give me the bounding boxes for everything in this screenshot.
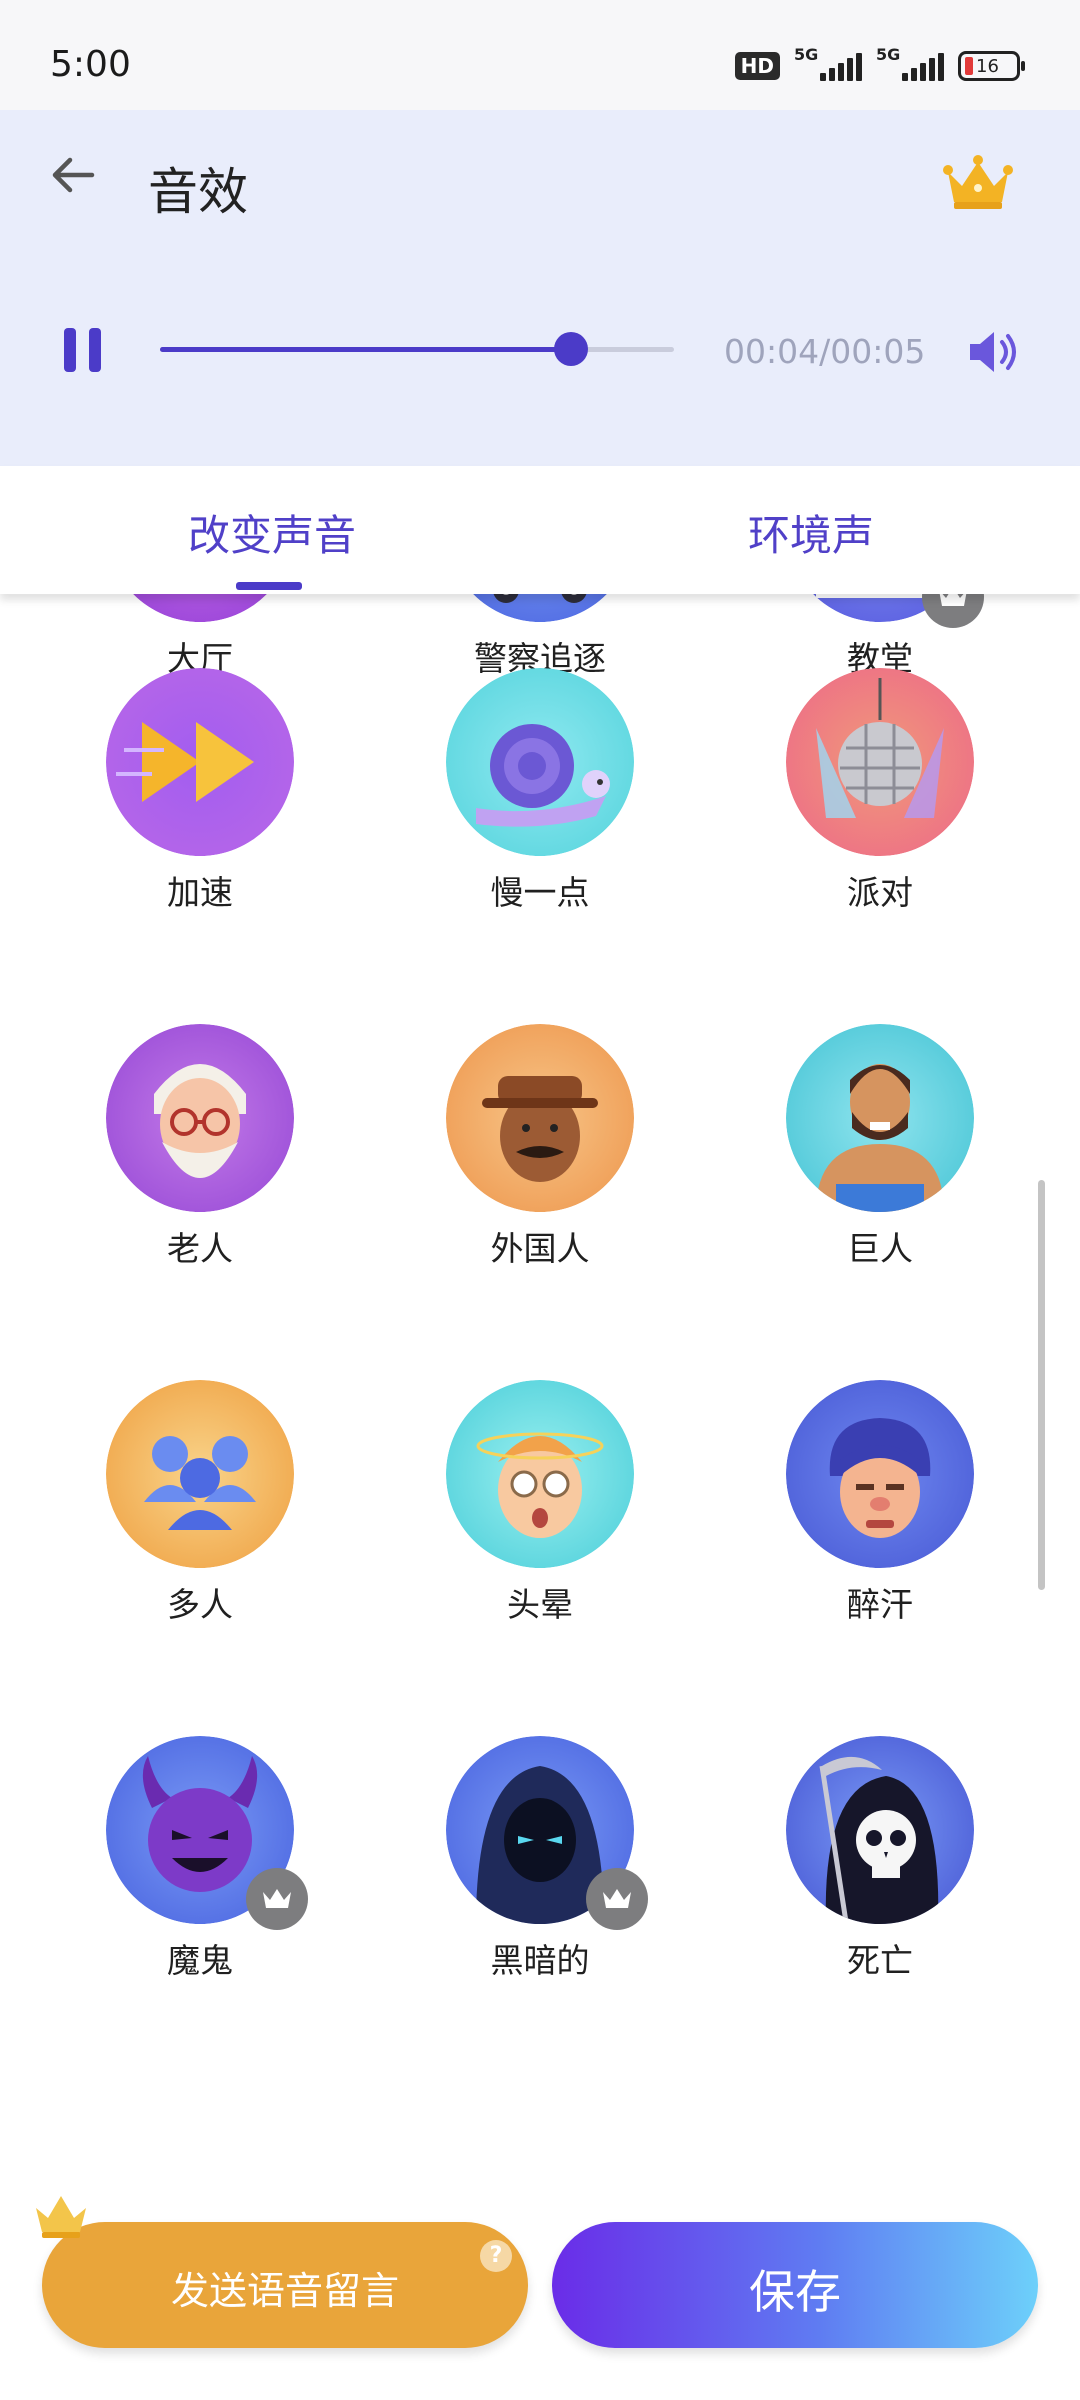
effect-label: 外国人 [490, 1229, 590, 1268]
giant-icon [786, 1024, 974, 1212]
save-button[interactable]: 保存 [552, 2222, 1038, 2348]
tab-indicator [236, 582, 302, 590]
header: 音效 00:04/00:05 [0, 110, 1080, 466]
crown-icon[interactable] [940, 152, 1016, 212]
disco-ball-icon [786, 668, 974, 856]
snail-icon [446, 668, 634, 856]
fast-forward-icon [106, 668, 294, 856]
status-bar: 5:00 HD 5G 5G 16 [0, 0, 1080, 110]
old-man-icon [106, 1024, 294, 1212]
signal-label-2: 5G [876, 45, 901, 64]
crowd-icon [106, 1380, 294, 1568]
effect-item-dizzy[interactable]: 头晕 [370, 1300, 710, 1624]
back-arrow-icon[interactable] [48, 150, 98, 200]
dizzy-icon [446, 1380, 634, 1568]
tab-ambient-sound[interactable]: 环境声 [748, 502, 874, 563]
effects-grid: 大厅 警察追逐 教堂 加速 慢一点 派对 老人 外国人 巨人 多人 头晕 醉汗 … [0, 594, 1080, 2194]
effect-item-giant[interactable]: 巨人 [710, 944, 1050, 1268]
effect-label: 老人 [167, 1229, 233, 1268]
signal-icon-2: 5G [876, 45, 944, 81]
effect-label: 多人 [167, 1585, 233, 1624]
hd-icon: HD [734, 52, 780, 80]
send-voice-message-button[interactable]: 发送语音留言 ? [36, 2196, 528, 2348]
grim-reaper-icon [786, 1736, 974, 1924]
effect-item-drunk[interactable]: 醉汗 [710, 1300, 1050, 1624]
effect-label: 加速 [167, 873, 233, 912]
save-label: 保存 [749, 2265, 841, 2319]
effect-item-crowd[interactable]: 多人 [30, 1300, 370, 1624]
volume-icon[interactable] [966, 328, 1022, 376]
effect-label: 醉汗 [847, 1585, 913, 1624]
effect-item-foreigner[interactable]: 外国人 [370, 944, 710, 1268]
premium-crown-icon [586, 1868, 648, 1930]
premium-crown-icon [246, 1868, 308, 1930]
effect-item-speed-up[interactable]: 加速 [30, 594, 370, 912]
battery-level: 16 [976, 55, 999, 77]
drunk-icon [786, 1380, 974, 1568]
effect-label: 死亡 [847, 1941, 913, 1980]
effect-label: 魔鬼 [167, 1941, 233, 1980]
effect-item-death[interactable]: 死亡 [710, 1656, 1050, 1980]
battery-icon: 16 [958, 51, 1025, 81]
app-root: 5:00 HD 5G 5G 16 音效 00:04/00:05 改变声音 环境声… [0, 0, 1080, 2400]
signal-label: 5G [794, 45, 819, 64]
effect-label: 派对 [847, 873, 913, 912]
effect-item-old-man[interactable]: 老人 [30, 944, 370, 1268]
tab-change-voice[interactable]: 改变声音 [188, 502, 356, 563]
foreigner-icon [446, 1024, 634, 1212]
scrollbar[interactable] [1038, 1180, 1045, 1590]
effect-label: 巨人 [847, 1229, 913, 1268]
effect-item-dark[interactable]: 黑暗的 [370, 1656, 710, 1980]
status-icons: HD 5G 5G 16 [734, 45, 1025, 86]
crown-icon [36, 2196, 86, 2238]
bottom-actions: 发送语音留言 ? 保存 [0, 2194, 1080, 2400]
tab-bar: 改变声音 环境声 [0, 466, 1080, 594]
audio-player: 00:04/00:05 [0, 310, 1080, 420]
signal-icon: 5G [794, 45, 862, 81]
effect-label: 慢一点 [490, 873, 590, 912]
progress-slider[interactable] [160, 332, 674, 366]
effect-item-party[interactable]: 派对 [710, 594, 1050, 912]
page-title: 音效 [148, 163, 248, 221]
playback-time: 00:04/00:05 [724, 332, 926, 371]
effect-label: 黑暗的 [490, 1941, 590, 1980]
progress-thumb[interactable] [554, 332, 589, 366]
help-icon[interactable]: ? [480, 2240, 512, 2272]
send-voice-message-label: 发送语音留言 [170, 2269, 399, 2313]
effect-item-devil[interactable]: 魔鬼 [30, 1656, 370, 1980]
status-time: 5:00 [50, 44, 131, 85]
pause-icon[interactable] [64, 328, 104, 372]
effect-item-slow-down[interactable]: 慢一点 [370, 594, 710, 912]
effect-label: 头晕 [507, 1585, 573, 1624]
progress-fill [160, 347, 572, 352]
